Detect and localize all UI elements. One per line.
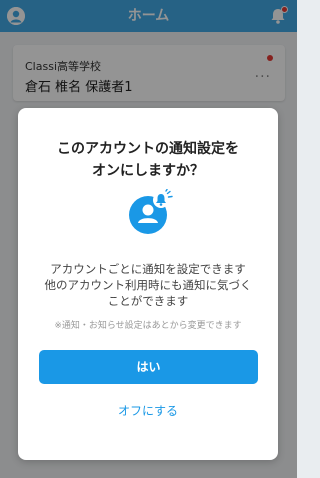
dialog-description: アカウントごとに通知を設定できます 他のアカウント利用時にも通知に気づく ことが… bbox=[18, 261, 278, 309]
dialog-body-line1: アカウントごとに通知を設定できます bbox=[50, 262, 246, 276]
dialog-body-line2: 他のアカウント利用時にも通知に気づく bbox=[44, 278, 252, 292]
dialog-title-line1: このアカウントの通知設定を bbox=[57, 141, 239, 157]
yes-button[interactable]: はい bbox=[39, 350, 258, 384]
dialog-title-line2: オンにしますか？ bbox=[92, 163, 204, 179]
notification-dialog: このアカウントの通知設定を オンにしますか？ アカウントごとに通知を設定できます… bbox=[18, 108, 278, 460]
notification-person-icon bbox=[126, 188, 174, 237]
dialog-note: ※通知・お知らせ設定はあとから変更できます bbox=[54, 321, 242, 331]
turn-off-link[interactable]: オフにする bbox=[18, 402, 278, 419]
dialog-body-line3: ことができます bbox=[107, 294, 189, 308]
dialog-title: このアカウントの通知設定を オンにしますか？ bbox=[18, 138, 278, 182]
